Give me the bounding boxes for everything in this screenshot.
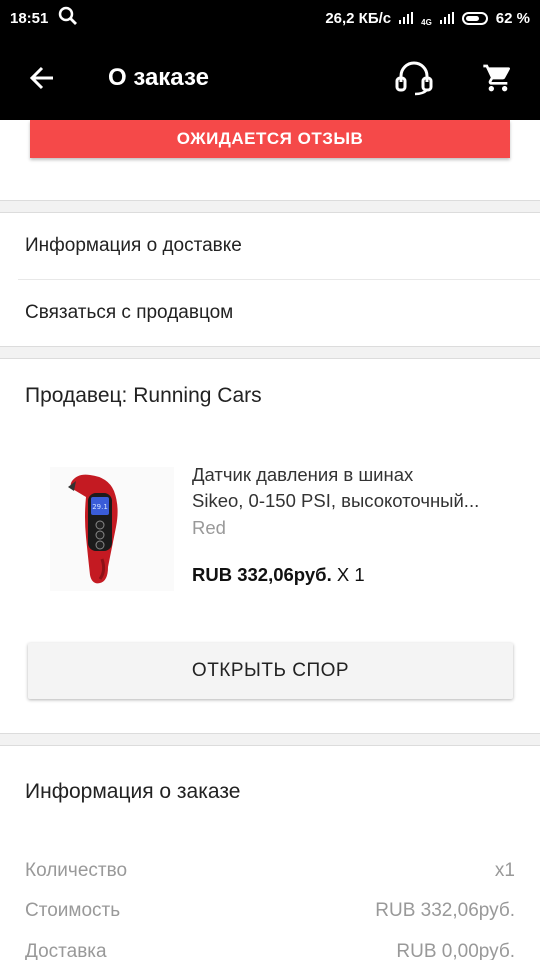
- order-details-content: ОЖИДАЕТСЯ ОТЗЫВ Информация о доставке Св…: [0, 120, 540, 960]
- order-info-section: Информация о заказе Количество x1 Стоимо…: [0, 746, 540, 960]
- order-info-row: Количество x1: [25, 860, 515, 882]
- shipping-value: RUB 0,00руб.: [396, 941, 515, 960]
- product-name-line2: Sikeo, 0-150 PSI, высокоточный...: [192, 490, 480, 511]
- shipping-label: Доставка: [25, 941, 107, 960]
- links-section: Информация о доставке Связаться с продав…: [0, 213, 540, 346]
- product-name-line1: Датчик давления в шинах: [192, 464, 414, 485]
- signal-icon-2: [439, 12, 454, 24]
- quantity-value: X 1: [331, 564, 365, 585]
- back-button[interactable]: [0, 36, 84, 120]
- order-info-title: Информация о заказе: [25, 780, 241, 803]
- product-price: RUB 332,06руб. X 1: [192, 564, 365, 586]
- signal-icon: [399, 12, 414, 24]
- section-gap: [0, 200, 540, 213]
- awaiting-review-button[interactable]: ОЖИДАЕТСЯ ОТЗЫВ: [30, 120, 510, 158]
- product-variant: Red: [192, 517, 226, 538]
- network-speed: 26,2 КБ/с: [325, 9, 392, 27]
- quantity-label: Количество: [25, 860, 128, 881]
- seller-title[interactable]: Продавец: Running Cars: [25, 384, 262, 408]
- product-name[interactable]: Датчик давления в шинах Sikeo, 0-150 PSI…: [192, 462, 522, 514]
- network-type: 4G: [421, 17, 432, 27]
- search-icon: [58, 6, 78, 30]
- cost-value: RUB 332,06руб.: [375, 900, 515, 921]
- app-bar: О заказе: [0, 36, 540, 120]
- status-bar: 18:51 26,2 КБ/с 4G 62 %: [0, 0, 540, 36]
- contact-seller-link[interactable]: Связаться с продавцом: [0, 280, 540, 346]
- headset-icon: [395, 61, 433, 96]
- review-section: ОЖИДАЕТСЯ ОТЗЫВ: [0, 120, 540, 200]
- svg-text:29.1: 29.1: [92, 503, 108, 511]
- cart-button[interactable]: [456, 36, 540, 120]
- section-gap: [0, 346, 540, 359]
- price-value: RUB 332,06руб.: [192, 564, 332, 585]
- delivery-info-link[interactable]: Информация о доставке: [0, 213, 540, 279]
- battery-level: 62 %: [495, 9, 530, 27]
- battery-icon: [461, 11, 488, 25]
- product-image[interactable]: 29.1: [50, 467, 174, 591]
- seller-section: Продавец: Running Cars 29.1 Датчик давле…: [0, 359, 540, 733]
- quantity-value: x1: [494, 860, 515, 881]
- order-info-row: Стоимость RUB 332,06руб.: [25, 900, 515, 922]
- status-time: 18:51: [10, 9, 49, 27]
- section-gap: [0, 733, 540, 746]
- cost-label: Стоимость: [25, 900, 121, 921]
- open-dispute-button[interactable]: ОТКРЫТЬ СПОР: [28, 643, 513, 699]
- arrow-back-icon: [29, 66, 53, 90]
- page-title: О заказе: [108, 64, 209, 91]
- support-button[interactable]: [372, 36, 456, 120]
- order-info-row: Доставка RUB 0,00руб.: [25, 941, 515, 960]
- cart-icon: [483, 64, 511, 92]
